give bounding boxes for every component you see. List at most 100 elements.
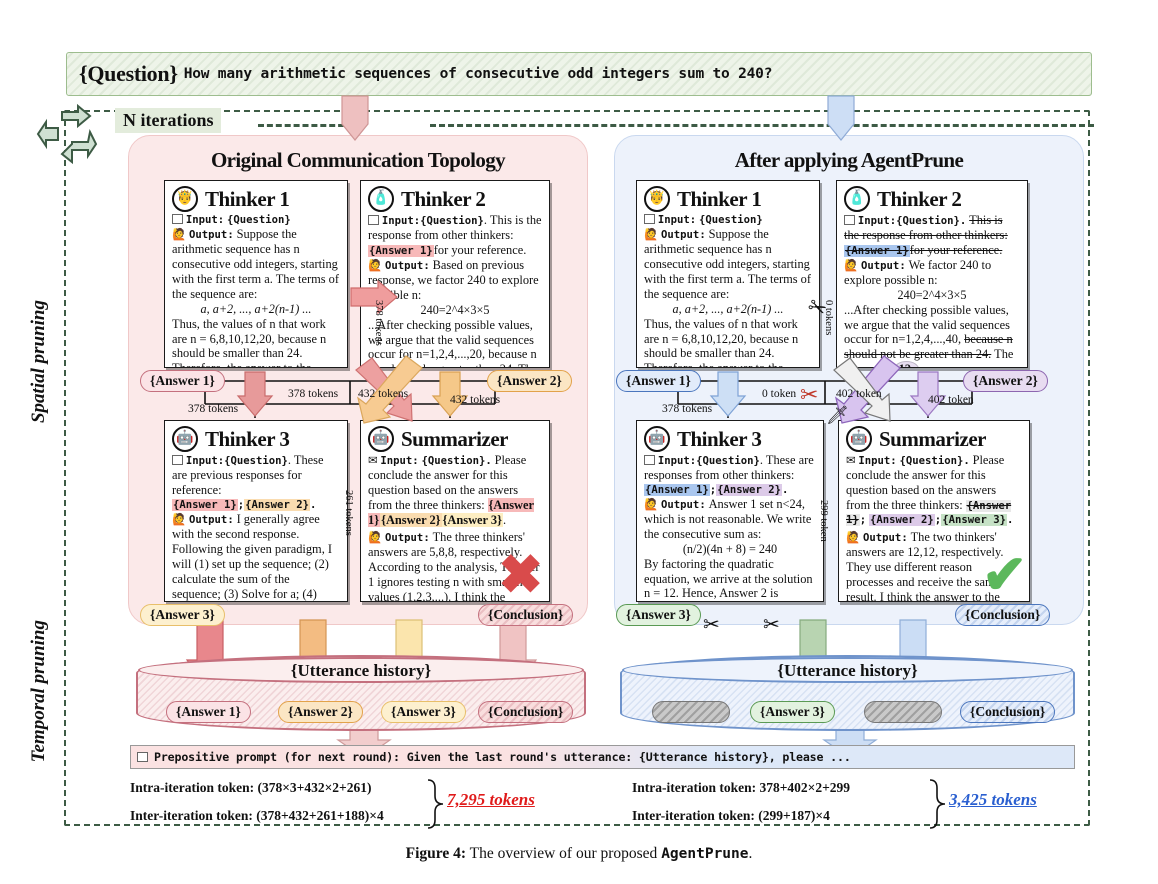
card-right-thinker2: 🧴 Thinker 2 Input:{Question}. This is th…: [836, 180, 1028, 368]
left-inter-iteration-token: Inter-iteration token: (378+432+261+188)…: [130, 808, 384, 823]
dashed-line-right-segment: [430, 124, 1094, 127]
figure-caption: Figure 4: The overview of our proposed A…: [0, 845, 1158, 863]
output-icon: 🙋: [172, 229, 187, 242]
token-label-r-t1-to-t3: 378 tokens: [662, 403, 713, 415]
input-label: Input:: [657, 455, 697, 467]
right-total-tokens: 3,425 tokens: [949, 790, 1037, 809]
card-header: 🤴 Thinker 1: [644, 186, 812, 212]
left-total-tokens: 7,295 tokens: [447, 790, 535, 809]
output-equation: a, a+2, ..., a+2(n-1) ...: [200, 302, 312, 317]
agent-avatar-icon: 🤖: [644, 426, 670, 452]
caption-period: .: [748, 845, 753, 862]
utterance-left-item-1: {Answer 2}: [278, 701, 363, 723]
agent-name: Thinker 1: [677, 186, 762, 211]
token-label-r-t2-cross: 402 token: [836, 388, 882, 400]
answer-value: 12.: [893, 361, 920, 367]
input-value: {Question}.: [899, 455, 970, 467]
pill-right-conclusion: {Conclusion}: [955, 604, 1051, 626]
input-value: {Question}.: [421, 455, 492, 467]
question-tag: {Question}: [79, 61, 178, 86]
output-label: Output:: [189, 514, 234, 527]
prompt-icon: [137, 752, 148, 762]
token-label-r-t1-to-t2: 0 token: [762, 388, 797, 400]
token-label-r-t2-to-sum: 402 token: [928, 394, 974, 406]
output-tail: Thus, the values of n that work are n = …: [172, 317, 340, 368]
input-ref-answer2: {Answer 2}: [380, 513, 442, 528]
caption-text: The overview of our proposed: [469, 845, 658, 862]
input-ref-answer2: {Answer 2}: [869, 514, 935, 527]
panel-left-title: Original Communication Topology: [210, 148, 506, 172]
utterance-right-item-2-pruned: [864, 701, 942, 723]
pill-left-answer1: {Answer 1}: [140, 370, 225, 392]
utterance-left-item-2: {Answer 3}: [381, 701, 466, 723]
input-label: Input:: [185, 214, 225, 226]
input-label: Input:: [657, 214, 697, 226]
output-tail: By factoring the quadratic equation, we …: [644, 557, 816, 601]
output-label: Output:: [385, 260, 430, 273]
output-tail: ...After checking possible values, we ar…: [368, 318, 542, 367]
right-inter-iteration-token: Inter-iteration token: (299+187)×4: [632, 808, 830, 823]
card-header: 🤖 Thinker 3: [172, 426, 340, 452]
agent-avatar-icon: 🤴: [172, 186, 198, 212]
pill-left-answer3: {Answer 3}: [140, 604, 225, 626]
output-tail-text: Thus, the values of n that work are n = …: [172, 317, 327, 368]
output-row: 🙋 Output: Based on previous response, we…: [368, 258, 542, 303]
input-row: ✉ Input: {Question}. Please conclude the…: [368, 453, 534, 528]
card-header: 🤴 Thinker 1: [172, 186, 340, 212]
input-icon: [644, 455, 655, 465]
input-row: ✉ Input: {Question}. Please conclude the…: [846, 453, 1014, 527]
output-row: 🙋 Output: Answer 1 set n<24, which is no…: [644, 497, 816, 542]
question-banner: {Question} How many arithmetic sequences…: [66, 52, 1092, 96]
prepositive-prompt-bar: Prepositive prompt (for next round): Giv…: [130, 745, 1075, 769]
input-icon: [644, 214, 655, 224]
agent-avatar-icon: 🤖: [172, 426, 198, 452]
input-label: Input:: [858, 455, 897, 467]
token-label-t2-to-sum: 432 tokens: [450, 394, 501, 406]
input-icon: [172, 455, 183, 465]
agent-name: Summarizer: [401, 426, 508, 451]
prompt-text: Prepositive prompt (for next round): Giv…: [154, 750, 851, 764]
output-row: 🙋 Output: We factor 240 to explore possi…: [844, 258, 1020, 288]
output-equation: 240=2^4×3×5: [420, 303, 490, 318]
panel-right-title: After applying AgentPrune: [734, 148, 964, 172]
scissors-icon-bottom-right: ✂: [763, 614, 780, 636]
right-intra-iteration-token: Intra-iteration token: 378+402×2+299: [632, 780, 851, 795]
input-value: {Question}: [224, 455, 288, 467]
token-label-t1-to-t3: 378 tokens: [188, 403, 239, 415]
input-ref-answer1: {Answer 1}: [368, 245, 434, 258]
card-header: 🧴 Thinker 2: [368, 186, 542, 212]
card-header: 🤖 Summarizer: [368, 426, 542, 452]
caption-mono: AgentPrune: [661, 846, 749, 862]
output-icon: 🙋: [368, 260, 383, 273]
agent-name: Thinker 1: [205, 186, 290, 211]
agent-name: Thinker 2: [877, 186, 962, 211]
agent-avatar-icon: 🤖: [846, 426, 872, 452]
input-value: {Question}: [699, 214, 763, 226]
output-tail-text: ...After checking possible values, we ar…: [368, 318, 537, 367]
cross-mark-icon: ✖: [498, 545, 544, 605]
input-ref-answer2: {Answer 2}: [716, 484, 782, 497]
figure-root: {Question} How many arithmetic sequences…: [0, 0, 1158, 884]
output-label: Output:: [661, 229, 706, 242]
utterance-left-item-0: {Answer 1}: [166, 701, 251, 723]
token-label-r-t3-vert: 299 token: [818, 500, 829, 542]
utterance-right-title: {Utterance history}: [777, 661, 918, 680]
card-right-thinker1: 🤴 Thinker 1 Input: {Question} 🙋 Output: …: [636, 180, 820, 368]
agent-name: Summarizer: [879, 426, 986, 451]
output-icon: 🙋: [846, 532, 861, 545]
token-label-t3-vert: 261 tokens: [343, 490, 354, 536]
card-right-thinker3: 🤖 Thinker 3 Input:{Question}. These are …: [636, 420, 824, 602]
utterance-history-left: {Utterance history} {Answer 1} {Answer 2…: [136, 655, 586, 731]
scissors-icon-right-diag: 🗡: [826, 405, 849, 425]
output-equation: a, a+2, ..., a+2(n-1) ...: [672, 302, 784, 317]
agent-avatar-icon: 🤖: [368, 426, 394, 452]
utterance-right-item-3: {Conclusion}: [960, 701, 1056, 723]
token-label-t1-to-t2: 378 tokens: [288, 388, 339, 400]
input-struck-text2: for your reference.: [909, 243, 1003, 258]
temporal-pruning-label: Temporal pruning: [28, 620, 49, 763]
output-tail-text: By factoring the quadratic equation, we …: [644, 557, 813, 601]
card-header: 🤖 Thinker 3: [644, 426, 816, 452]
token-label-t2-cross: 432 tokens: [358, 388, 409, 400]
token-label-t1-vert: 378 tokens: [373, 300, 384, 346]
input-icon: ✉: [846, 455, 856, 467]
